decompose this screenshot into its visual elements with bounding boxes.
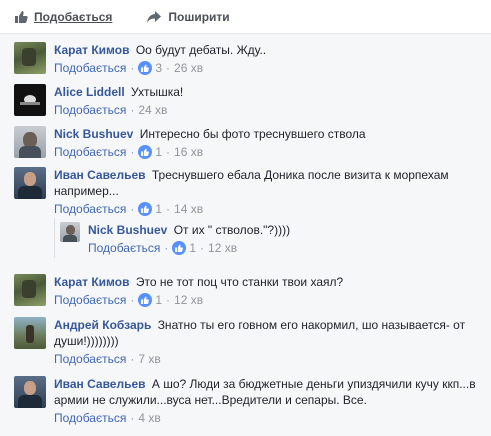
comment-time[interactable]: 16 хв: [174, 144, 203, 160]
comment-like-link[interactable]: Подобається: [54, 144, 126, 160]
share-arrow-icon: [146, 10, 162, 24]
comment-author[interactable]: Карат Кимов: [54, 43, 130, 57]
like-count[interactable]: 3: [155, 60, 162, 76]
share-button[interactable]: Поширити: [146, 9, 230, 24]
comment-text: Знатно ты его говном его накормил, шо на…: [157, 318, 466, 332]
comment-time[interactable]: 24 хв: [138, 102, 167, 118]
comment-author[interactable]: Карат Кимов: [54, 275, 130, 289]
comment-item: Карат Кимов Оо будут дебаты. Жду.. Подоб…: [14, 42, 266, 76]
separator-dot: ·: [130, 202, 135, 216]
like-count[interactable]: 1: [155, 292, 162, 308]
avatar[interactable]: [14, 126, 46, 158]
comment-text: А шо? Люди за бюджетные деньги упиздячил…: [151, 377, 476, 391]
like-reaction-icon[interactable]: [138, 293, 153, 307]
like-count[interactable]: 1: [155, 201, 162, 217]
comment-like-link[interactable]: Подобається: [54, 102, 126, 118]
separator-dot: ·: [166, 202, 171, 216]
comment-author[interactable]: Alice Liddell: [54, 85, 125, 99]
avatar[interactable]: [14, 167, 46, 199]
separator-dot: ·: [130, 61, 135, 75]
comment-author[interactable]: Иван Савельев: [54, 168, 146, 182]
comment-like-link[interactable]: Подобається: [54, 201, 126, 217]
comment-like-link[interactable]: Подобається: [54, 60, 126, 76]
comment-text: Треснувшего ебала Доника после визита к …: [151, 168, 449, 182]
reply-thread-line: [54, 218, 55, 258]
comment-text: От их " стволов."?)))): [173, 223, 291, 237]
comment-time[interactable]: 12 хв: [208, 240, 237, 256]
comment-time[interactable]: 14 хв: [174, 201, 203, 217]
comment-time[interactable]: 12 хв: [174, 292, 203, 308]
separator-dot: ·: [130, 145, 135, 159]
comment-time[interactable]: 26 хв: [174, 60, 203, 76]
comment-like-link[interactable]: Подобається: [54, 410, 126, 426]
like-reaction-icon[interactable]: [138, 202, 153, 216]
comments-list: Карат Кимов Оо будут дебаты. Жду.. Подоб…: [0, 34, 491, 436]
comment-like-link[interactable]: Подобається: [54, 351, 126, 367]
comment-like-link[interactable]: Подобається: [54, 292, 126, 308]
separator-dot: ·: [130, 411, 135, 425]
comment-time[interactable]: 7 хв: [138, 351, 160, 367]
avatar[interactable]: [14, 376, 46, 408]
comment-item: Alice Liddell Ухтышка! Подобається · 24 …: [14, 84, 183, 118]
thumbs-up-icon: [14, 10, 28, 24]
separator-dot: ·: [200, 241, 205, 255]
avatar[interactable]: [60, 222, 80, 242]
comment-text: Ухтышка!: [131, 85, 184, 99]
comment-author[interactable]: Андрей Кобзарь: [54, 318, 151, 332]
like-count[interactable]: 1: [189, 240, 196, 256]
like-reaction-icon[interactable]: [138, 61, 153, 75]
comment-author[interactable]: Иван Савельев: [54, 377, 146, 391]
comment-item: Карат Кимов Это не тот поц что станки тв…: [14, 274, 343, 308]
like-count[interactable]: 1: [155, 144, 162, 160]
reply-item: Nick Bushuev От их " стволов."?)))) Подо…: [60, 222, 290, 256]
separator-dot: ·: [164, 241, 169, 255]
comment-text: Это не тот поц что станки твои хаял?: [135, 275, 344, 289]
like-button-label: Подобається: [34, 9, 113, 24]
comment-text-continued: души!)))))))): [54, 334, 119, 348]
comment-text: Интересно бы фото треснувшего ствола: [139, 127, 366, 141]
separator-dot: ·: [166, 293, 171, 307]
comment-author[interactable]: Nick Bushuev: [88, 223, 167, 237]
comment-text-continued: армии не служили...вуса нет...Вредители …: [54, 393, 367, 407]
like-reaction-icon[interactable]: [172, 241, 187, 255]
comment-item: Иван Савельев Треснувшего ебала Доника п…: [14, 167, 449, 217]
separator-dot: ·: [130, 103, 135, 117]
comment-text: Оо будут дебаты. Жду..: [135, 43, 267, 57]
separator-dot: ·: [166, 145, 171, 159]
share-button-label: Поширити: [168, 9, 230, 24]
comment-author[interactable]: Nick Bushuev: [54, 127, 133, 141]
comment-item: Nick Bushuev Интересно бы фото треснувше…: [14, 126, 366, 160]
comment-text-continued: например...: [54, 184, 119, 198]
avatar[interactable]: [14, 317, 46, 349]
separator-dot: ·: [130, 352, 135, 366]
comment-time[interactable]: 4 хв: [138, 410, 160, 426]
comment-item: Андрей Кобзарь Знатно ты его говном его …: [14, 317, 465, 367]
comment-like-link[interactable]: Подобається: [88, 240, 160, 256]
like-reaction-icon[interactable]: [138, 145, 153, 159]
avatar[interactable]: [14, 274, 46, 306]
separator-dot: ·: [130, 293, 135, 307]
avatar[interactable]: [14, 42, 46, 74]
avatar[interactable]: [14, 84, 46, 116]
post-action-bar: Подобається Поширити: [0, 0, 491, 34]
like-button[interactable]: Подобається: [14, 10, 112, 24]
comment-item: Иван Савельев А шо? Люди за бюджетные де…: [14, 376, 476, 426]
separator-dot: ·: [166, 61, 171, 75]
